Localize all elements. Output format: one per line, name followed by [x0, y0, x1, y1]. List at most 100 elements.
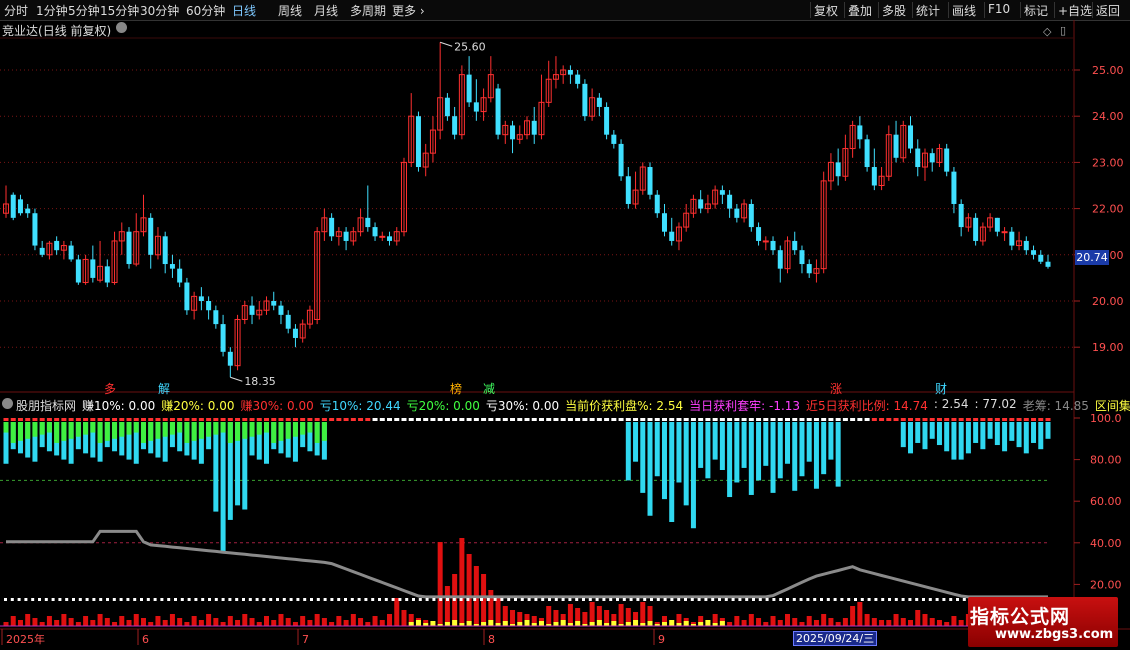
loss-bar: [1016, 422, 1022, 448]
concentration-dot: [568, 598, 572, 601]
concentration-dot: [180, 598, 184, 601]
loss-bar: [669, 422, 675, 522]
concentration-dot: [554, 598, 558, 601]
loss-bar: [821, 422, 827, 475]
profit-yellow-bar: [575, 621, 581, 626]
candle-body-down: [415, 116, 421, 168]
concentration-dot: [541, 598, 545, 601]
indicator-value-10: : 77.02: [974, 397, 1017, 411]
profit-bar: [900, 618, 906, 626]
concentration-dot: [935, 598, 939, 601]
top-strip: [321, 418, 327, 421]
top-strip: [821, 418, 827, 421]
profit-bar: [495, 598, 501, 626]
candle-body-down: [994, 217, 1000, 232]
concentration-dot: [167, 598, 171, 601]
top-strip: [756, 418, 762, 421]
concentration-dot: [146, 598, 150, 601]
profit-bar: [285, 618, 291, 626]
profit-yellow-bar: [669, 620, 675, 626]
top-strip: [611, 418, 617, 421]
concentration-dot: [629, 598, 633, 601]
candle-body-down: [654, 194, 660, 214]
candle-body-down: [177, 268, 183, 283]
profit-bar: [300, 616, 306, 626]
profit-bar: [770, 616, 776, 626]
top-strip: [944, 418, 950, 421]
concentration-dot: [248, 598, 252, 601]
signal-label: 涨: [830, 381, 842, 396]
loss-bar: [1002, 422, 1008, 452]
price-tick-label: 24.00: [1092, 110, 1124, 123]
indicator-menu-icon[interactable]: [2, 398, 13, 409]
loss-bar: [763, 422, 769, 466]
indicator-value-6: 当前价获利盘%: 2.54: [565, 399, 684, 413]
top-strip: [1023, 418, 1029, 421]
candle-body-down: [213, 310, 219, 325]
candle-body-down: [604, 106, 610, 135]
profit-bar: [944, 622, 950, 626]
concentration-dot: [51, 598, 55, 601]
concentration-dot: [486, 598, 490, 601]
top-strip: [271, 418, 277, 421]
loss-bar: [705, 422, 711, 479]
candle-body-down: [75, 259, 81, 283]
concentration-dot: [874, 598, 878, 601]
top-strip: [510, 418, 516, 421]
candle-body-down: [756, 227, 762, 241]
concentration-dot: [792, 598, 796, 601]
profit-bar: [46, 616, 52, 626]
signal-label: 解: [158, 382, 170, 396]
loss-bar: [922, 422, 928, 450]
top-strip: [546, 418, 552, 421]
top-strip: [264, 418, 269, 421]
candle-body-down: [90, 259, 96, 278]
candle-body-down: [915, 148, 921, 168]
top-strip: [104, 418, 110, 421]
loss-bar: [654, 422, 660, 477]
loss-bar: [828, 422, 834, 460]
concentration-dot: [609, 598, 613, 601]
profit-bar: [857, 602, 863, 626]
profit-yellow-bar: [538, 621, 544, 626]
concentration-dot: [459, 598, 463, 601]
top-strip: [242, 418, 248, 421]
profit-bar: [213, 618, 219, 626]
top-strip: [126, 418, 132, 421]
profit-yellow-bar: [560, 620, 566, 626]
concentration-dot: [214, 598, 218, 601]
top-strip: [633, 418, 639, 421]
loss-bar: [792, 422, 798, 491]
top-strip: [140, 418, 146, 421]
concentration-dot: [289, 598, 293, 601]
concentration-dot: [153, 598, 157, 601]
top-strip: [582, 418, 588, 421]
concentration-dot: [718, 598, 721, 601]
loss20-bar: [97, 422, 103, 443]
profit-bar: [343, 620, 349, 626]
top-strip: [54, 418, 60, 421]
top-strip: [560, 418, 566, 421]
loss20-bar: [68, 422, 74, 439]
top-strip: [452, 418, 458, 421]
concentration-dot: [956, 598, 959, 601]
loss20-bar: [307, 422, 313, 433]
loss-bar: [1031, 422, 1037, 443]
concentration-dot: [337, 598, 341, 601]
concentration-dot: [826, 598, 830, 601]
concentration-dot: [588, 598, 592, 601]
top-strip: [770, 418, 776, 421]
candle-body-down: [719, 190, 725, 195]
candle-body-down: [329, 217, 335, 237]
concentration-dot: [514, 598, 517, 601]
low-marker-line: [230, 376, 243, 382]
candle-body-down: [10, 194, 16, 218]
concentration-dot: [527, 598, 531, 601]
top-strip: [813, 418, 819, 421]
concentration-dot: [480, 598, 483, 601]
profit-bar: [922, 614, 928, 626]
loss-bar: [987, 422, 993, 439]
loss-bar: [965, 422, 971, 454]
profit-bar: [813, 620, 819, 626]
date-label: 8: [488, 633, 495, 646]
